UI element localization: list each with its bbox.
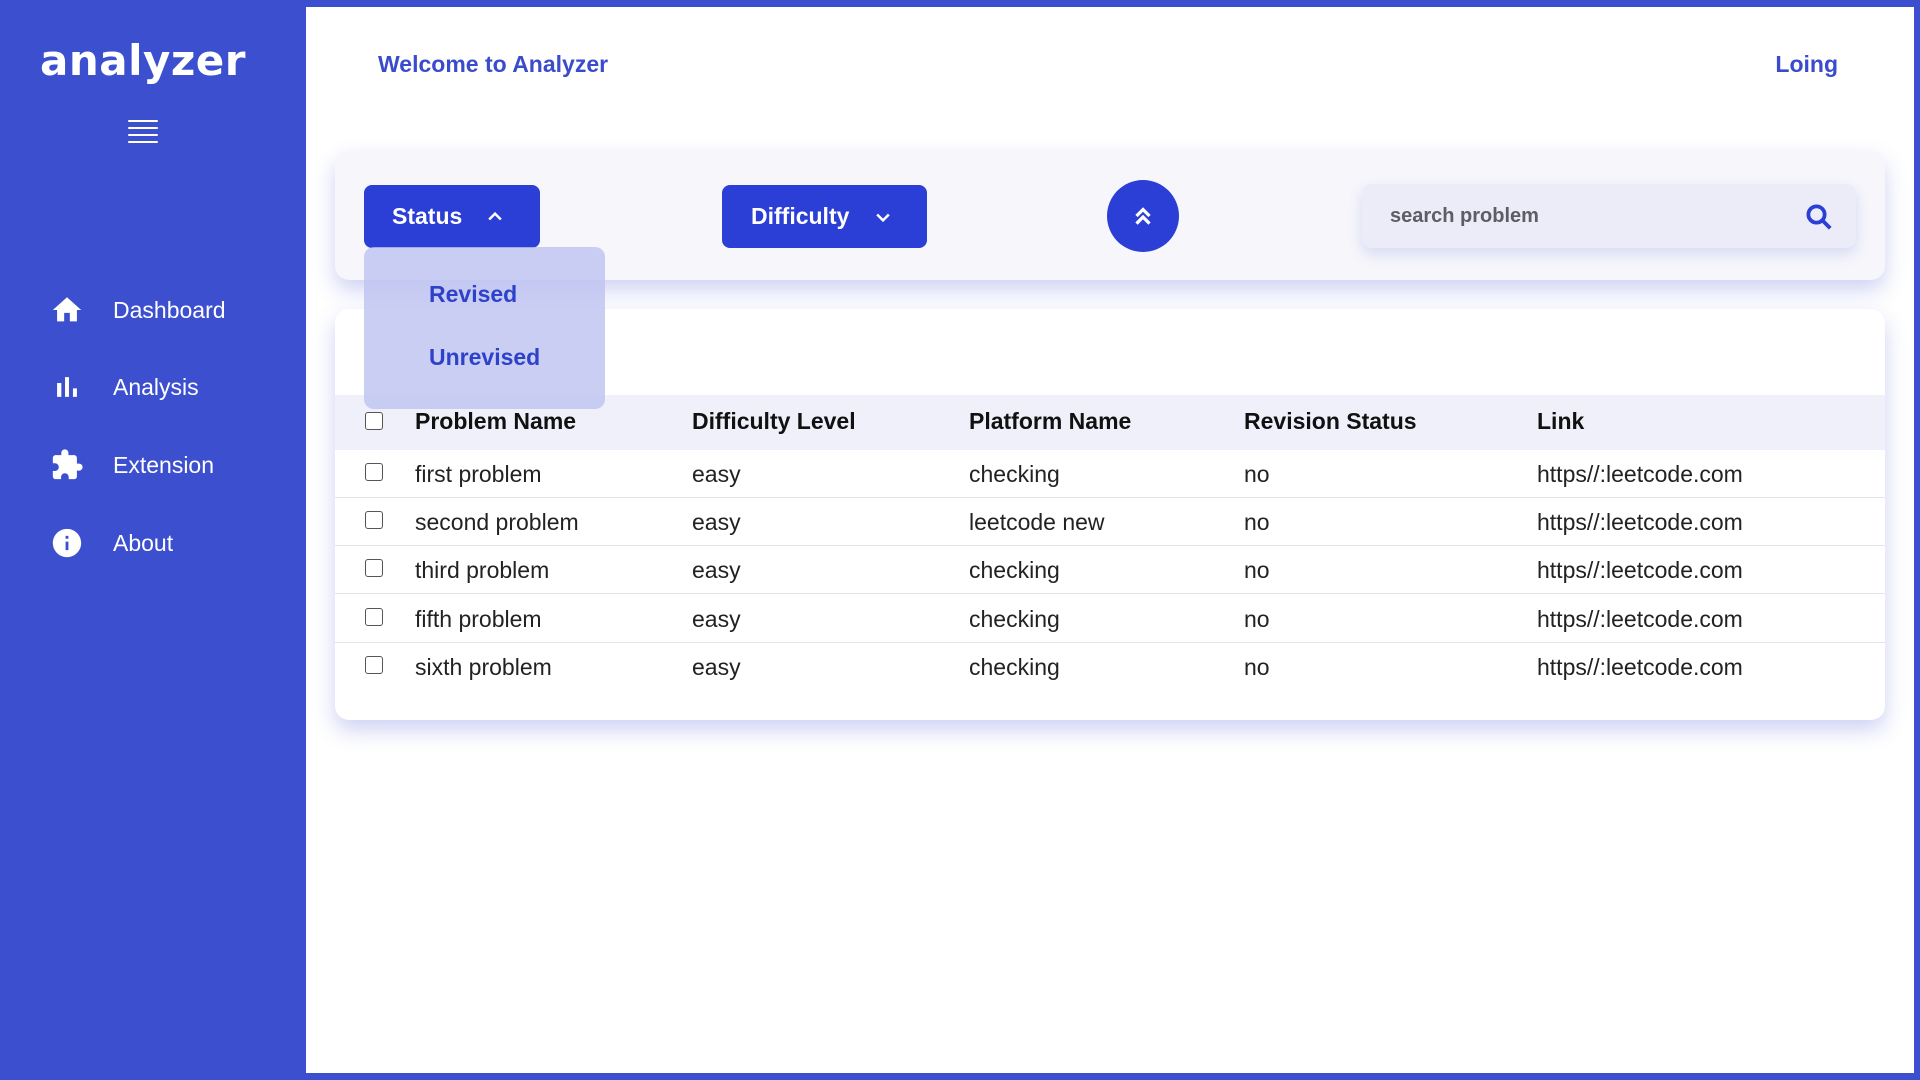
- cell-platform: checking: [969, 654, 1060, 680]
- cell-problem-name: sixth problem: [415, 654, 552, 680]
- table-row[interactable]: first problem easy checking no https//:l…: [335, 450, 1885, 498]
- difficulty-filter-label: Difficulty: [751, 203, 850, 229]
- sidebar: analyzer Dashboard Analysis Extension Ab…: [0, 0, 306, 1080]
- cell-difficulty: easy: [692, 509, 741, 535]
- cell-link[interactable]: https//:leetcode.com: [1537, 654, 1743, 681]
- sidebar-item-label: Analysis: [113, 373, 199, 400]
- row-checkbox[interactable]: [365, 656, 383, 674]
- row-checkbox[interactable]: [365, 511, 383, 529]
- double-chevron-up-icon: [1135, 207, 1151, 225]
- chevron-down-icon: [876, 213, 891, 222]
- table-row[interactable]: third problem easy checking no https//:l…: [335, 546, 1885, 594]
- sidebar-item-label: Extension: [113, 451, 215, 478]
- sidebar-item-label: Dashboard: [113, 296, 226, 323]
- main-panel: Welcome to Analyzer Loing Status Difficu…: [306, 7, 1914, 1073]
- cell-difficulty: easy: [692, 606, 741, 632]
- puzzle-icon: [52, 449, 83, 480]
- bar-chart-icon: [57, 377, 77, 397]
- column-header-link[interactable]: Link: [1537, 408, 1584, 435]
- chevron-up-icon: [488, 211, 503, 220]
- status-filter-label: Status: [392, 203, 463, 229]
- cell-revision-status: no: [1244, 654, 1270, 680]
- status-filter-button[interactable]: Status: [364, 185, 540, 248]
- cell-link[interactable]: https//:leetcode.com: [1537, 557, 1743, 584]
- top-bar: Welcome to Analyzer Loing: [306, 7, 1914, 123]
- cell-problem-name: first problem: [415, 461, 542, 487]
- sidebar-item-extension[interactable]: Extension: [50, 445, 290, 485]
- cell-link[interactable]: https//:leetcode.com: [1537, 461, 1743, 488]
- column-header-platform-name[interactable]: Platform Name: [969, 408, 1131, 435]
- info-icon: [52, 528, 82, 558]
- cell-difficulty: easy: [692, 654, 741, 680]
- row-checkbox[interactable]: [365, 463, 383, 481]
- cell-link[interactable]: https//:leetcode.com: [1537, 606, 1743, 633]
- cell-revision-status: no: [1244, 461, 1270, 487]
- status-option-revised[interactable]: Revised: [429, 281, 517, 308]
- cell-link[interactable]: https//:leetcode.com: [1537, 509, 1743, 536]
- sidebar-item-dashboard[interactable]: Dashboard: [50, 290, 290, 330]
- search-box: [1362, 184, 1856, 248]
- row-checkbox[interactable]: [365, 608, 383, 626]
- cell-revision-status: no: [1244, 606, 1270, 632]
- cell-revision-status: no: [1244, 557, 1270, 583]
- sidebar-item-label: About: [113, 529, 174, 556]
- cell-problem-name: fifth problem: [415, 606, 542, 632]
- column-header-problem-name[interactable]: Problem Name: [415, 408, 576, 435]
- column-header-difficulty-level[interactable]: Difficulty Level: [692, 408, 856, 435]
- status-dropdown-menu: Revised Unrevised: [364, 247, 605, 409]
- cell-revision-status: no: [1244, 509, 1270, 535]
- table-row[interactable]: fifth problem easy checking no https//:l…: [335, 595, 1885, 643]
- table-row[interactable]: sixth problem easy checking no https//:l…: [335, 643, 1885, 691]
- cell-problem-name: second problem: [415, 509, 579, 535]
- table-row[interactable]: second problem easy leetcode new no http…: [335, 498, 1885, 546]
- search-input[interactable]: [1362, 184, 1792, 248]
- sidebar-item-analysis[interactable]: Analysis: [50, 367, 290, 407]
- column-header-revision-status[interactable]: Revision Status: [1244, 408, 1417, 435]
- bottom-border: [306, 1073, 1914, 1080]
- cell-difficulty: easy: [692, 461, 741, 487]
- cell-platform: checking: [969, 557, 1060, 583]
- cell-difficulty: easy: [692, 557, 741, 583]
- hamburger-menu-icon[interactable]: [128, 120, 158, 150]
- cell-platform: checking: [969, 606, 1060, 632]
- cell-platform: leetcode new: [969, 509, 1105, 535]
- search-icon[interactable]: [1804, 202, 1834, 232]
- scroll-top-button[interactable]: [1107, 180, 1179, 252]
- difficulty-filter-button[interactable]: Difficulty: [722, 185, 927, 248]
- sidebar-item-about[interactable]: About: [50, 523, 290, 563]
- status-option-unrevised[interactable]: Unrevised: [429, 344, 540, 371]
- login-link[interactable]: Loing: [1775, 51, 1838, 78]
- welcome-title: Welcome to Analyzer: [378, 51, 609, 77]
- app-logo: analyzer: [39, 36, 246, 85]
- home-icon: [52, 297, 82, 322]
- cell-problem-name: third problem: [415, 557, 550, 583]
- row-checkbox[interactable]: [365, 559, 383, 577]
- cell-platform: checking: [969, 461, 1060, 487]
- select-all-checkbox[interactable]: [365, 412, 383, 430]
